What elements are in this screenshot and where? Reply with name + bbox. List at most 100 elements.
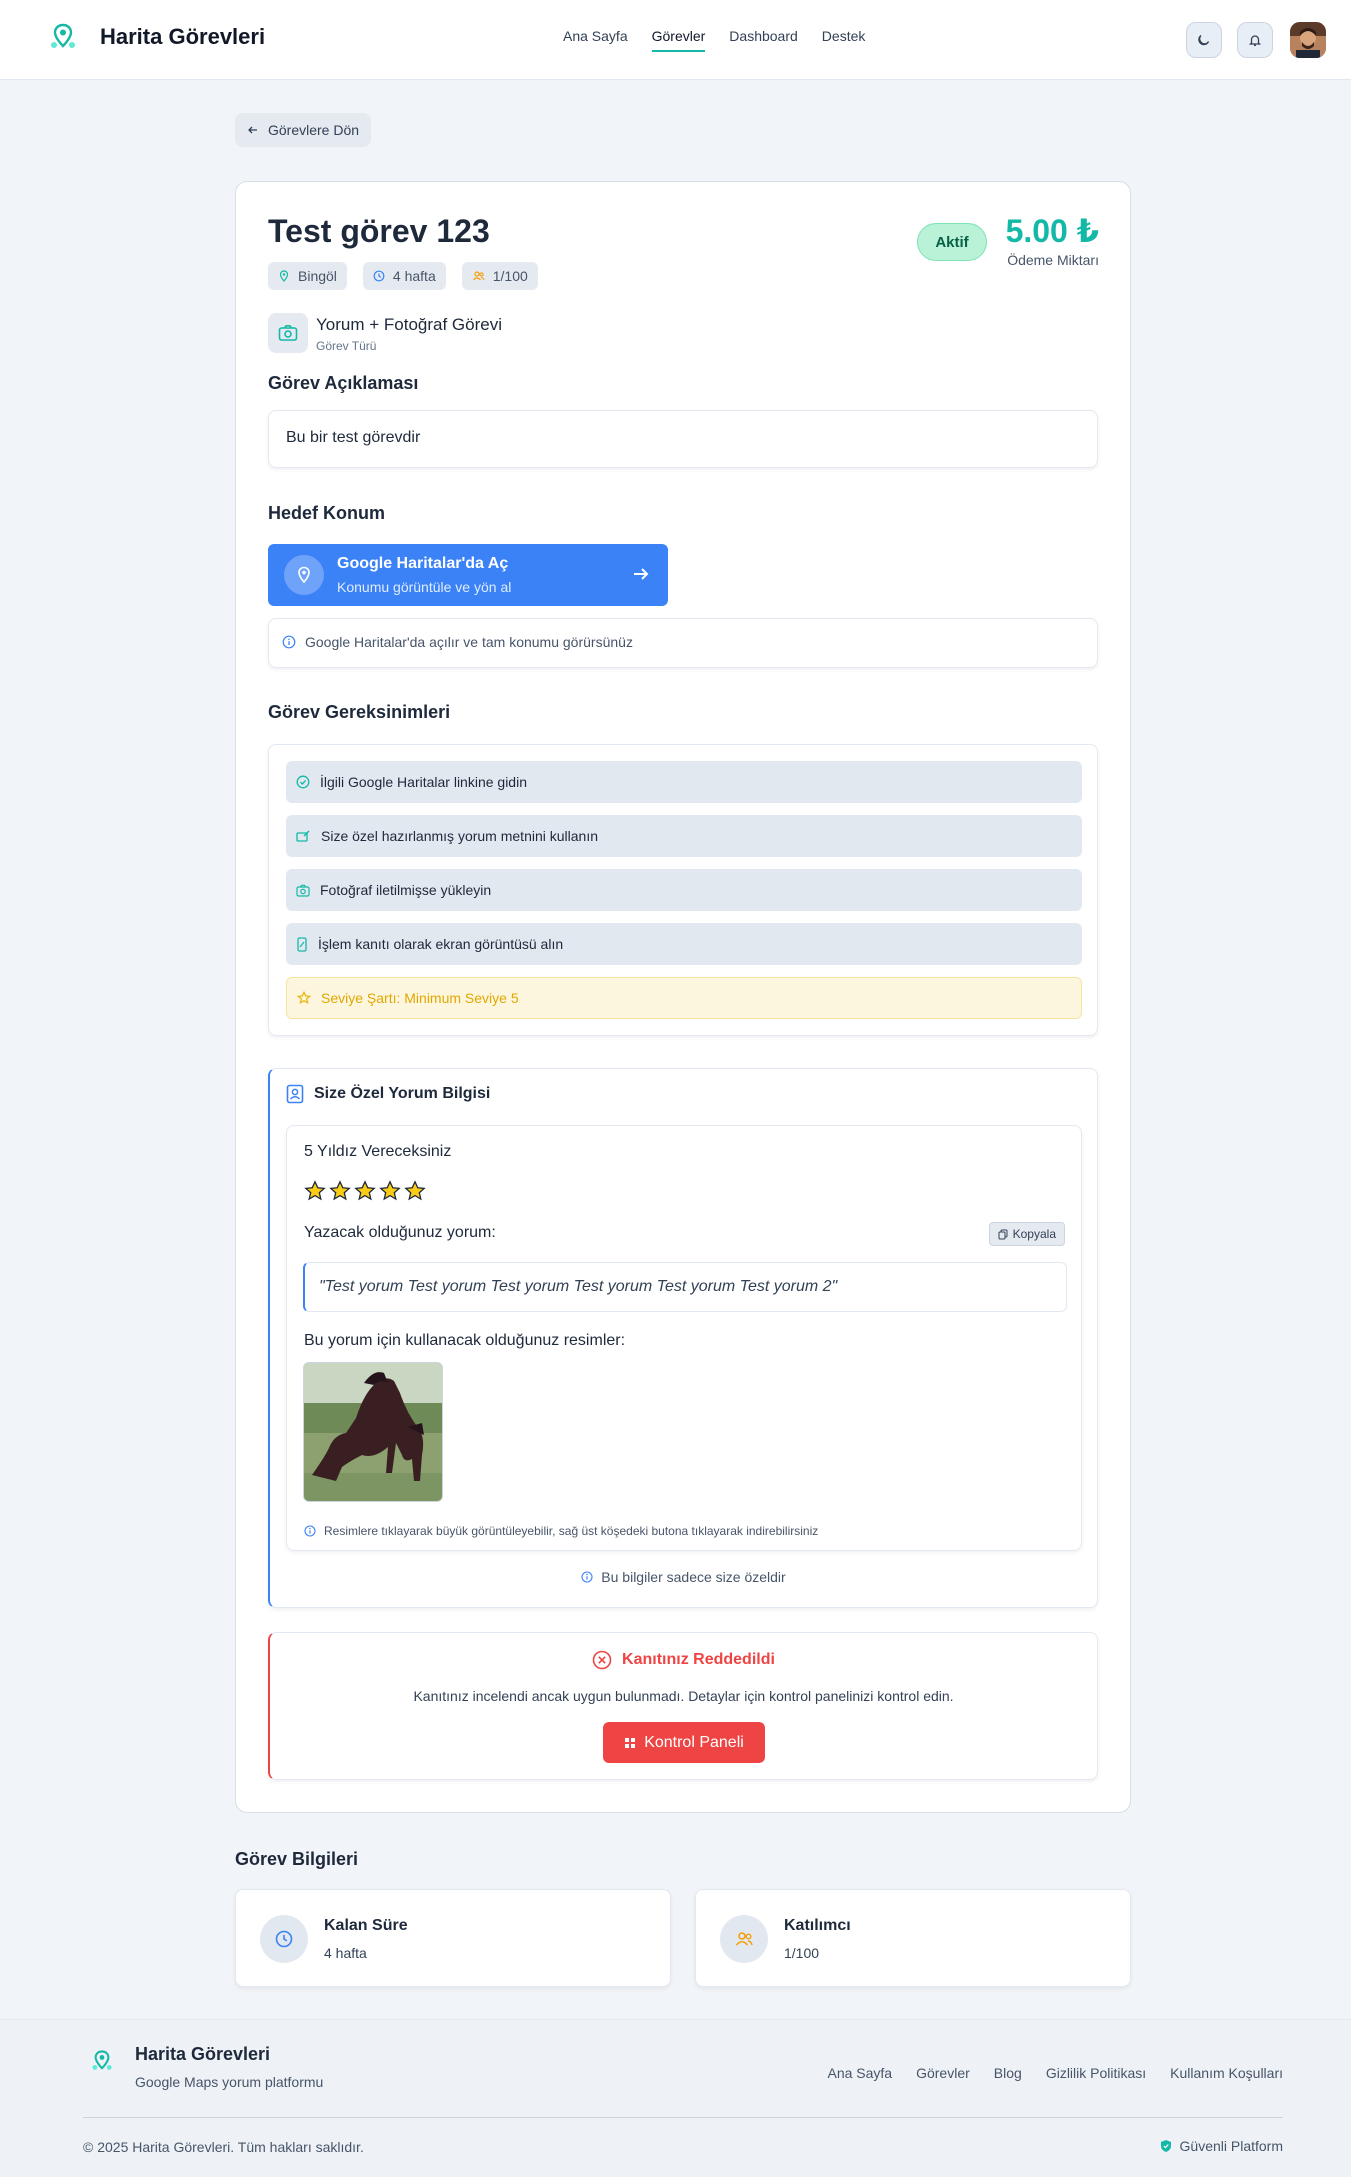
participants-card: Katılımcı 1/100 xyxy=(695,1889,1131,1987)
requirement-item: Size özel hazırlanmış yorum metnini kull… xyxy=(286,815,1082,857)
rejection-text: Kanıtınız incelendi ancak uygun bulunmad… xyxy=(413,1688,954,1704)
x-circle-icon xyxy=(592,1650,612,1670)
requirement-text: İşlem kanıtı olarak ekran görüntüsü alın xyxy=(318,936,564,952)
control-panel-button[interactable]: Kontrol Paneli xyxy=(603,1722,765,1763)
remaining-time-value: 4 hafta xyxy=(324,1945,367,1961)
location-chip: Bingöl xyxy=(268,262,347,290)
brand[interactable]: Harita Görevleri xyxy=(48,22,265,52)
clock-icon xyxy=(373,270,385,282)
secure-platform-text: Güvenli Platform xyxy=(1179,2138,1283,2154)
notifications-button[interactable] xyxy=(1237,22,1273,58)
bell-icon xyxy=(1248,33,1262,47)
rejection-title-row: Kanıtınız Reddedildi xyxy=(270,1650,1097,1670)
location-text: Bingöl xyxy=(298,268,337,284)
open-google-maps-button[interactable]: Google Haritalar'da Aç Konumu görüntüle … xyxy=(268,544,668,606)
private-note-text: Bu bilgiler sadece size özeldir xyxy=(601,1569,786,1585)
image-hint-text: Resimlere tıklayarak büyük görüntüleyebi… xyxy=(324,1524,819,1538)
back-button-label: Görevlere Dön xyxy=(268,122,360,138)
rejection-box: Kanıtınız Reddedildi Kanıtınız incelendi… xyxy=(268,1632,1098,1780)
duration-chip: 4 hafta xyxy=(362,262,446,290)
nav-ana-sayfa[interactable]: Ana Sayfa xyxy=(563,28,628,52)
info-icon xyxy=(581,1571,593,1583)
footer-brand: Harita Görevleri xyxy=(135,2044,271,2064)
arrow-right-icon xyxy=(632,566,650,582)
participants-chip: 1/100 xyxy=(461,262,538,290)
requirement-item: İlgili Google Haritalar linkine gidin xyxy=(286,761,1082,803)
task-type-label: Görev Türü xyxy=(316,339,377,353)
payment-amount-label: Ödeme Miktarı xyxy=(1007,252,1099,268)
task-type-icon-box xyxy=(268,313,308,353)
description-box: Bu bir test görevdir xyxy=(268,410,1098,468)
footer-link-blog[interactable]: Blog xyxy=(994,2065,1022,2081)
level-requirement: Seviye Şartı: Minimum Seviye 5 xyxy=(286,977,1082,1019)
requirement-text: Size özel hazırlanmış yorum metnini kull… xyxy=(321,828,599,844)
check-circle-icon xyxy=(296,775,310,789)
chat-edit-icon xyxy=(296,829,311,843)
secure-platform-badge: Güvenli Platform xyxy=(1160,2138,1283,2154)
dashboard-grid-icon xyxy=(624,1737,636,1749)
maps-button-title: Google Haritalar'da Aç xyxy=(337,555,509,572)
review-heading: Size Özel Yorum Bilgisi xyxy=(314,1085,491,1102)
maps-info-text: Google Haritalar'da açılır ve tam konumu… xyxy=(305,634,633,650)
user-card-icon xyxy=(286,1084,304,1104)
description-heading: Görev Açıklaması xyxy=(268,373,419,393)
users-icon xyxy=(472,270,485,282)
info-icon xyxy=(282,635,296,649)
camera-icon xyxy=(278,324,298,342)
map-pin-icon xyxy=(284,555,324,595)
task-info-heading: Görev Bilgileri xyxy=(235,1849,359,1869)
star-icon xyxy=(404,1180,426,1202)
top-navbar: Harita Görevleri Ana Sayfa Görevler Dash… xyxy=(0,0,1351,80)
map-pin-logo-icon xyxy=(48,22,78,52)
star-icon xyxy=(379,1180,401,1202)
status-badge: Aktif xyxy=(917,223,987,261)
image-hint: Resimlere tıklayarak büyük görüntüleyebi… xyxy=(304,1524,818,1538)
footer-copyright: © 2025 Harita Görevleri. Tüm hakları sak… xyxy=(83,2139,364,2155)
nav-gorevler[interactable]: Görevler xyxy=(651,28,706,52)
rejection-title: Kanıtınız Reddedildi xyxy=(622,1651,775,1668)
task-meta-chips: Bingöl 4 hafta 1/100 xyxy=(268,262,538,290)
control-panel-label: Kontrol Paneli xyxy=(644,1733,744,1751)
theme-toggle-button[interactable] xyxy=(1186,22,1222,58)
clock-icon xyxy=(260,1915,308,1963)
task-title: Test görev 123 xyxy=(268,213,490,249)
footer-link-ana-sayfa[interactable]: Ana Sayfa xyxy=(827,2065,892,2081)
footer-link-terms[interactable]: Kullanım Koşulları xyxy=(1170,2065,1283,2081)
phone-screenshot-icon xyxy=(296,936,308,952)
comment-label: Yazacak olduğunuz yorum: xyxy=(304,1224,496,1241)
shield-icon xyxy=(1160,2139,1172,2153)
maps-info: Google Haritalar'da açılır ve tam konumu… xyxy=(282,634,633,650)
participants-label: Katılımcı xyxy=(784,1917,851,1934)
footer-link-privacy[interactable]: Gizlilik Politikası xyxy=(1046,2065,1146,2081)
map-pin-icon xyxy=(278,270,290,282)
back-to-tasks-button[interactable]: Görevlere Dön xyxy=(235,113,372,147)
footer-link-gorevler[interactable]: Görevler xyxy=(916,2065,970,2081)
requirement-item: İşlem kanıtı olarak ekran görüntüsü alın xyxy=(286,923,1082,965)
main-nav: Ana Sayfa Görevler Dashboard Destek xyxy=(563,28,865,52)
copy-button-label: Kopyala xyxy=(1012,1227,1056,1241)
arrow-left-icon xyxy=(247,124,259,136)
participants-value: 1/100 xyxy=(784,1945,820,1961)
review-photo-thumbnail[interactable] xyxy=(303,1362,443,1502)
payment-amount: 5.00 ₺ xyxy=(1005,213,1099,249)
footer-divider xyxy=(83,2117,1283,2118)
copy-button[interactable]: Kopyala xyxy=(988,1222,1065,1246)
requirement-text: İlgili Google Haritalar linkine gidin xyxy=(320,774,527,790)
star-rating xyxy=(304,1180,426,1202)
stars-label: 5 Yıldız Vereceksiniz xyxy=(304,1143,452,1160)
camera-icon xyxy=(296,884,310,897)
requirements-box: İlgili Google Haritalar linkine gidin Si… xyxy=(268,744,1098,1036)
users-icon xyxy=(720,1915,768,1963)
images-label: Bu yorum için kullanacak olduğunuz resim… xyxy=(304,1332,626,1349)
maps-button-subtitle: Konumu görüntüle ve yön al xyxy=(337,579,512,595)
requirement-item: Fotoğraf iletilmişse yükleyin xyxy=(286,869,1082,911)
nav-destek[interactable]: Destek xyxy=(822,28,866,52)
brand-title: Harita Görevleri xyxy=(100,24,266,49)
footer-tagline: Google Maps yorum platformu xyxy=(135,2074,324,2090)
avatar[interactable] xyxy=(1290,22,1326,58)
nav-dashboard[interactable]: Dashboard xyxy=(729,28,798,52)
copy-icon xyxy=(998,1229,1008,1240)
info-icon xyxy=(304,1525,316,1537)
level-requirement-text: Seviye Şartı: Minimum Seviye 5 xyxy=(321,990,519,1006)
requirement-text: Fotoğraf iletilmişse yükleyin xyxy=(320,882,492,898)
